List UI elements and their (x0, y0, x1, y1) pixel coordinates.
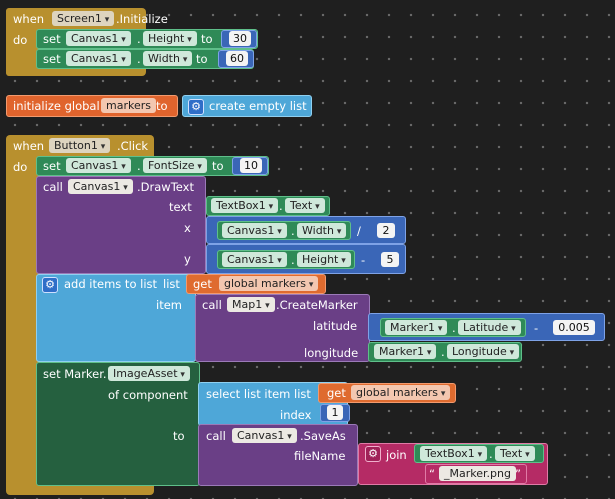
initialize-global-label: initialize global (13, 99, 100, 113)
set-keyword: set (43, 32, 61, 46)
canvas1-component-dropdown[interactable]: Canvas1 (66, 158, 131, 173)
height-value-number[interactable]: 30 (229, 31, 251, 46)
screen1-component-dropdown[interactable]: Screen1 (52, 11, 115, 26)
dot-separator: . (279, 199, 283, 213)
fontsize-property-dropdown[interactable]: FontSize (143, 158, 207, 173)
index-value-number[interactable]: 1 (327, 405, 343, 420)
canvas1-component-dropdown[interactable]: Canvas1 (68, 179, 133, 194)
to-keyword: to (212, 159, 224, 173)
index-argument-label: index (280, 408, 312, 422)
global-markers-dropdown[interactable]: global markers (219, 276, 319, 291)
do-keyword: do (13, 33, 28, 47)
dot-separator: . (291, 253, 295, 267)
dot-separator: . (137, 159, 141, 173)
imageasset-property-dropdown[interactable]: ImageAsset (108, 366, 190, 381)
text-property-dropdown[interactable]: Text (285, 198, 325, 213)
join-keyword: join (386, 448, 407, 462)
longitude-argument-label: longitude (304, 346, 359, 360)
canvas1-component-dropdown[interactable]: Canvas1 (66, 31, 131, 46)
longitude-property-dropdown[interactable]: Longitude (447, 344, 520, 359)
close-quote-icon: ” (515, 467, 521, 481)
map1-component-dropdown[interactable]: Map1 (227, 297, 275, 312)
y-argument-label: y (184, 252, 191, 266)
subtract-operator: - (361, 253, 366, 267)
call-keyword: call (202, 298, 222, 312)
global-markers-dropdown[interactable]: global markers (351, 385, 451, 400)
divisor-value-number[interactable]: 2 (377, 223, 395, 238)
open-quote-icon: “ (429, 467, 435, 481)
textbox1-component-dropdown[interactable]: TextBox1 (211, 198, 279, 213)
height-property-dropdown[interactable]: Height (297, 252, 351, 267)
dot-separator: . (137, 32, 141, 46)
latitude-argument-label: latitude (313, 319, 358, 333)
createmarker-method-label: .CreateMarker (276, 298, 358, 312)
textbox1-component-dropdown[interactable]: TextBox1 (420, 446, 488, 461)
subtract-operator: - (534, 321, 539, 335)
when-keyword: when (13, 12, 45, 26)
get-keyword: get (327, 386, 346, 400)
dot-separator: . (441, 345, 445, 359)
list-argument-label: list (163, 277, 180, 291)
dot-separator: . (137, 52, 141, 66)
canvas1-component-dropdown[interactable]: Canvas1 (222, 223, 287, 238)
subtrahend-value-number[interactable]: 5 (381, 252, 399, 267)
to-keyword: to (173, 429, 185, 443)
to-keyword: to (201, 32, 213, 46)
string-literal-value[interactable]: _Marker.png (439, 466, 516, 481)
width-property-dropdown[interactable]: Width (143, 51, 193, 66)
call-keyword: call (43, 180, 63, 194)
item-argument-label: item (156, 298, 182, 312)
text-property-dropdown[interactable]: Text (495, 446, 535, 461)
canvas1-component-dropdown[interactable]: Canvas1 (232, 428, 297, 443)
dot-separator: . (291, 224, 295, 238)
height-property-dropdown[interactable]: Height (143, 31, 197, 46)
canvas1-component-dropdown[interactable]: Canvas1 (66, 51, 131, 66)
set-keyword: set (43, 52, 61, 66)
canvas1-component-dropdown[interactable]: Canvas1 (222, 252, 287, 267)
set-keyword: set (43, 159, 61, 173)
global-variable-name[interactable]: markers (101, 98, 156, 113)
initialize-event-label: .Initialize (116, 12, 168, 26)
marker1-component-dropdown[interactable]: Marker1 (374, 344, 437, 359)
do-keyword: do (13, 160, 28, 174)
when-keyword: when (13, 139, 45, 153)
saveas-method-label: .SaveAs (300, 429, 346, 443)
filename-argument-label: fileName (294, 449, 346, 463)
dot-separator: . (452, 321, 456, 335)
to-keyword: to (196, 52, 208, 66)
set-marker-label: set Marker. (43, 367, 107, 381)
call-keyword: call (206, 429, 226, 443)
dot-separator: . (489, 447, 493, 461)
create-empty-list-label: create empty list (209, 99, 307, 113)
click-event-label: .Click (117, 139, 149, 153)
text-argument-label: text (169, 200, 192, 214)
latitude-property-dropdown[interactable]: Latitude (458, 320, 521, 335)
width-property-dropdown[interactable]: Width (297, 223, 347, 238)
divide-operator: / (357, 224, 361, 238)
button1-component-dropdown[interactable]: Button1 (49, 138, 111, 153)
select-list-item-label: select list item (206, 387, 291, 401)
list-argument-label: list (294, 387, 311, 401)
mutator-gear-icon[interactable]: ⚙ (188, 99, 204, 115)
get-keyword: get (193, 277, 212, 291)
fontsize-value-number[interactable]: 10 (240, 158, 262, 173)
latitude-offset-number[interactable]: 0.005 (553, 320, 595, 335)
mutator-gear-icon[interactable]: ⚙ (42, 277, 58, 293)
add-items-label: add items to list (64, 277, 158, 291)
marker1-component-dropdown[interactable]: Marker1 (385, 320, 448, 335)
drawtext-method-label: .DrawText (137, 180, 194, 194)
x-argument-label: x (184, 221, 191, 235)
to-keyword: to (156, 99, 168, 113)
mutator-gear-icon[interactable]: ⚙ (365, 446, 381, 462)
width-value-number[interactable]: 60 (226, 51, 248, 66)
of-component-label: of component (108, 388, 188, 402)
